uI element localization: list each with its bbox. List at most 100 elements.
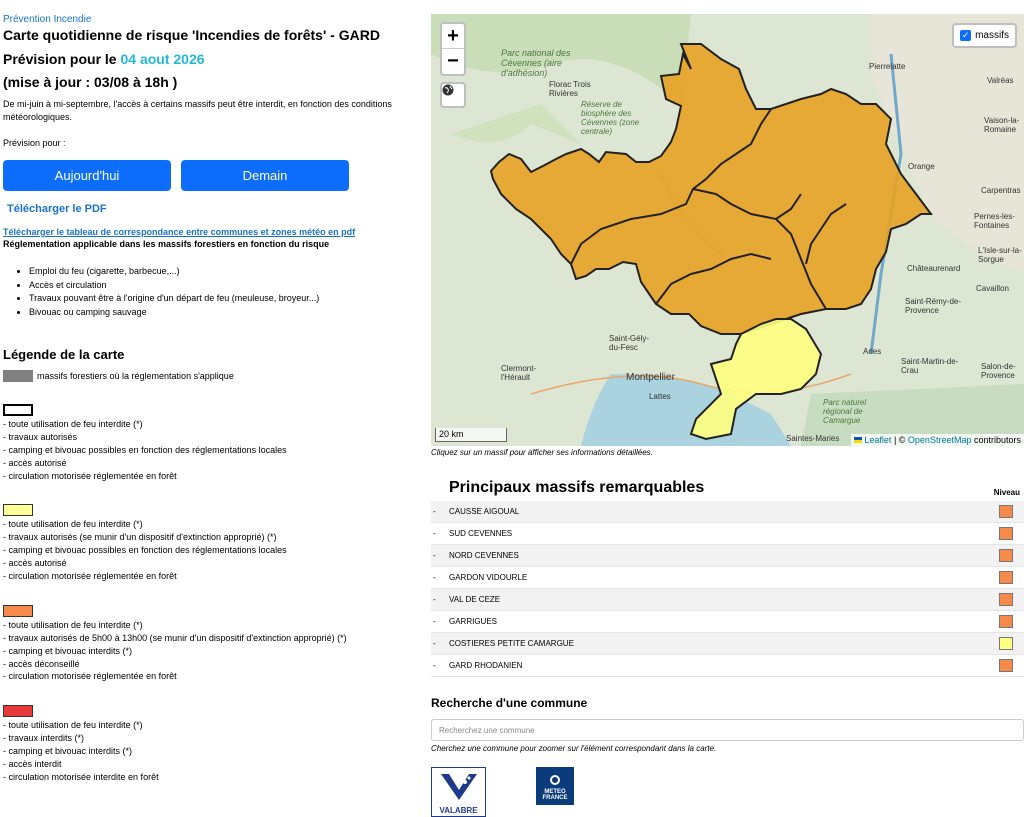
leaflet-link[interactable]: Leaflet bbox=[864, 435, 891, 445]
map-hint: Cliquez sur un massif pour afficher ses … bbox=[431, 448, 653, 457]
table-row[interactable]: - GARRIGUES bbox=[431, 611, 1024, 633]
row-bullet: - bbox=[433, 639, 436, 648]
table-row[interactable]: - GARD RHODANIEN bbox=[431, 655, 1024, 677]
row-bullet: - bbox=[433, 617, 436, 626]
map-label: Cavaillon bbox=[976, 284, 1009, 293]
map-label: Arles bbox=[863, 347, 882, 356]
level-rule: - accès déconseillé bbox=[3, 658, 80, 669]
massif-name: CAUSSE AIGOUAL bbox=[449, 507, 520, 516]
search-title: Recherche d'une commune bbox=[431, 696, 588, 710]
map-label: Clermont-l'Hérault bbox=[501, 364, 537, 382]
gray-swatch bbox=[3, 370, 33, 382]
massif-name: GARD RHODANIEN bbox=[449, 661, 523, 670]
osm-link[interactable]: OpenStreetMap bbox=[908, 435, 972, 445]
level-rules: - toute utilisation de feu interdite (*)… bbox=[3, 719, 423, 783]
table-row[interactable]: - GARDON VIDOURLE bbox=[431, 567, 1024, 589]
massif-name: GARRIGUES bbox=[449, 617, 498, 626]
massif-name: GARDON VIDOURLE bbox=[449, 573, 528, 582]
map-label: Pierrelatte bbox=[869, 62, 906, 71]
meteo-text: METEO FRANCE bbox=[542, 789, 568, 801]
legend-title: Légende de la carte bbox=[3, 347, 125, 362]
level-rule: - travaux autorisés de 5h00 à 13h00 (se … bbox=[3, 632, 347, 643]
table-row[interactable]: - SUD CEVENNES bbox=[431, 523, 1024, 545]
level-swatch bbox=[3, 705, 33, 718]
legend-level: - toute utilisation de feu interdite (*)… bbox=[3, 504, 423, 582]
row-bullet: - bbox=[433, 595, 436, 604]
level-rule: - accès interdit bbox=[3, 759, 62, 770]
massif-name: VAL DE CEZE bbox=[449, 595, 501, 604]
map-label: Saint-Martin-de-Crau bbox=[901, 357, 959, 375]
level-indicator bbox=[999, 527, 1013, 540]
checkbox-icon[interactable]: ✓ bbox=[960, 30, 972, 41]
rules-list: Emploi du feu (cigarette, barbecue,...) … bbox=[3, 265, 423, 319]
list-item: Bivouac ou camping sauvage bbox=[29, 306, 423, 320]
layer-toggle[interactable]: ✓ massifs bbox=[952, 23, 1017, 48]
tomorrow-button[interactable]: Demain bbox=[181, 160, 349, 191]
legend-level: - toute utilisation de feu interdite (*)… bbox=[3, 705, 423, 783]
level-indicator bbox=[999, 571, 1013, 584]
flag-icon bbox=[854, 437, 863, 443]
map-label: Saintes-Maries bbox=[786, 434, 840, 443]
meteo-france-logo: METEO FRANCE bbox=[536, 767, 574, 805]
locate-button[interactable] bbox=[440, 82, 466, 108]
intro-text: De mi-juin à mi-septembre, l'accès à cer… bbox=[3, 99, 392, 122]
legend-level: - toute utilisation de feu interdite (*)… bbox=[3, 604, 423, 683]
row-bullet: - bbox=[433, 573, 436, 582]
map-label: Réserve de biosphère des Cévennes (zone … bbox=[581, 100, 640, 136]
map-attribution: Leaflet | © OpenStreetMap contributors bbox=[851, 434, 1024, 446]
forecast-date: 04 aout 2026 bbox=[120, 51, 205, 67]
level-rules: - toute utilisation de feu interdite (*)… bbox=[3, 418, 423, 482]
forecast-prefix: Prévision pour le bbox=[3, 51, 121, 67]
map-label: Parc naturel régional de Camargue bbox=[823, 398, 867, 425]
level-indicator bbox=[999, 659, 1013, 672]
legend-level: - toute utilisation de feu interdite (*)… bbox=[3, 404, 423, 482]
level-indicator bbox=[999, 593, 1013, 606]
download-pdf-link[interactable]: Télécharger le PDF bbox=[7, 203, 423, 215]
row-bullet: - bbox=[433, 507, 436, 516]
table-row[interactable]: - NORD CEVENNES bbox=[431, 545, 1024, 567]
level-rule: - circulation motorisée réglementée en f… bbox=[3, 470, 177, 481]
level-indicator bbox=[999, 505, 1013, 518]
zoom-in-button[interactable]: + bbox=[442, 24, 464, 49]
legend-gray-row: massifs forestiers où la réglementation … bbox=[3, 370, 423, 382]
fire-risk-map[interactable]: Parc national des Cévennes (aire d'adhés… bbox=[431, 14, 1024, 446]
table-row[interactable]: - COSTIERES PETITE CAMARGUE bbox=[431, 633, 1024, 655]
search-input[interactable] bbox=[431, 719, 1024, 741]
level-rule: - travaux autorisés bbox=[3, 431, 78, 442]
map-label: Vaison-la-Romaine bbox=[984, 116, 1020, 134]
meteo-icon bbox=[550, 775, 560, 785]
prevision-label: Prévision pour : bbox=[3, 138, 66, 148]
today-button[interactable]: Aujourd'hui bbox=[3, 160, 171, 191]
map-label: Châteaurenard bbox=[907, 264, 961, 273]
day-buttons: Aujourd'hui Demain bbox=[3, 160, 423, 191]
massifs-list: - CAUSSE AIGOUAL - SUD CEVENNES - NORD CEVENN… bbox=[431, 501, 1024, 677]
valabre-logo: VALABRE bbox=[431, 767, 486, 817]
search-hint: Cherchez une commune pour zoomer sur l'é… bbox=[431, 744, 717, 753]
right-panel: Parc national des Cévennes (aire d'adhés… bbox=[431, 14, 1024, 817]
breadcrumb[interactable]: Prévention Incendie bbox=[3, 14, 423, 25]
level-rules: - toute utilisation de feu interdite (*)… bbox=[3, 518, 423, 582]
level-indicator bbox=[999, 637, 1013, 650]
zoom-out-button[interactable]: − bbox=[442, 49, 464, 74]
level-indicator bbox=[999, 549, 1013, 562]
level-rule: - circulation motorisée réglementée en f… bbox=[3, 671, 177, 682]
attribution-sep: | © bbox=[891, 435, 908, 445]
row-bullet: - bbox=[433, 661, 436, 670]
map-label: Saint-Rémy-de-Provence bbox=[905, 297, 962, 315]
level-rule: - camping et bivouac possibles en foncti… bbox=[3, 545, 287, 556]
level-rule: - camping et bivouac possibles en foncti… bbox=[3, 444, 287, 455]
massifs-header: Principaux massifs remarquables Niveau bbox=[431, 479, 1024, 497]
level-indicator bbox=[999, 615, 1013, 628]
download-table-link[interactable]: Télécharger le tableau de correspondance… bbox=[3, 227, 423, 237]
map-label: Lattes bbox=[649, 392, 671, 401]
globe-icon bbox=[442, 84, 454, 96]
table-row[interactable]: - VAL DE CEZE bbox=[431, 589, 1024, 611]
list-item: Emploi du feu (cigarette, barbecue,...) bbox=[29, 265, 423, 279]
layer-label: massifs bbox=[975, 30, 1009, 41]
update-time: (mise à jour : 03/08 à 18h ) bbox=[3, 74, 178, 90]
level-rule: - accès autorisé bbox=[3, 558, 67, 569]
logos: VALABRE METEO FRANCE bbox=[431, 767, 1024, 817]
scale-bar: 20 km bbox=[435, 428, 507, 442]
table-row[interactable]: - CAUSSE AIGOUAL bbox=[431, 501, 1024, 523]
forecast-heading: Prévision pour le 04 aout 2026 bbox=[3, 51, 423, 67]
